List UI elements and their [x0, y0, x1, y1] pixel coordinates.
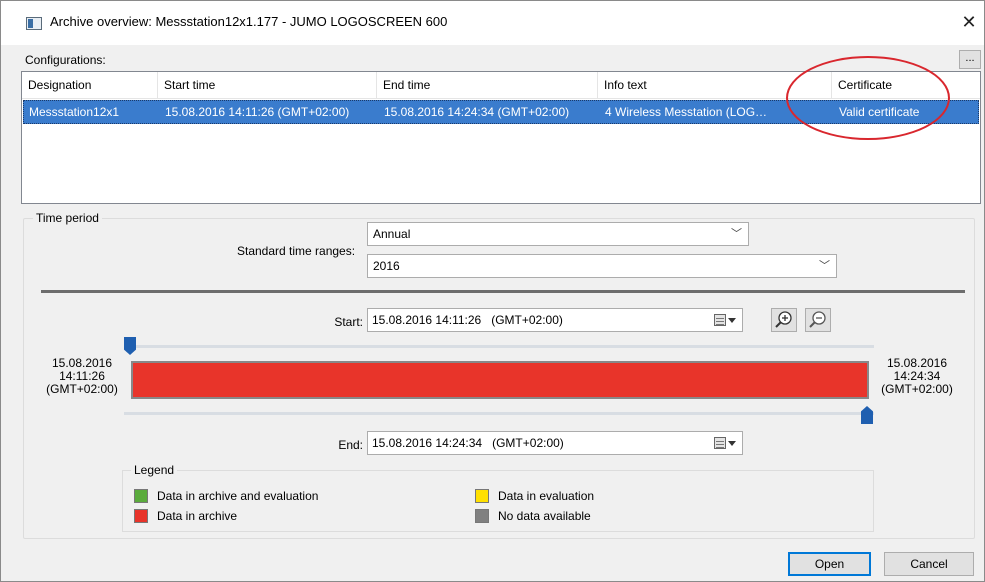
- column-header-start-time[interactable]: Start time: [158, 72, 377, 99]
- cell-start-time: 15.08.2016 14:11:26 (GMT+02:00): [165, 105, 350, 119]
- range-type-value: Annual: [373, 227, 411, 241]
- chevron-down-icon: ﹀: [819, 260, 830, 272]
- legend-swatch-red: [134, 509, 148, 523]
- zoom-in-icon: [775, 311, 792, 328]
- column-header-designation[interactable]: Designation: [22, 72, 158, 99]
- time-period-label: Time period: [33, 211, 102, 225]
- legend-swatch-green: [134, 489, 148, 503]
- legend-label-no-data: No data available: [498, 509, 591, 523]
- legend-title: Legend: [131, 463, 178, 477]
- archive-overview-window: Archive overview: Messstation12x1.177 - …: [0, 0, 985, 582]
- right-date-label: 15.08.2016 14:24:34 (GMT+02:00): [875, 357, 959, 396]
- configurations-table: Designation Start time End time Info tex…: [21, 71, 981, 204]
- zoom-in-button[interactable]: [771, 308, 797, 332]
- legend-label-archive-and-evaluation: Data in archive and evaluation: [157, 489, 319, 503]
- end-datetime-value: 15.08.2016 14:24:34 (GMT+02:00): [372, 436, 564, 450]
- zoom-out-button[interactable]: [805, 308, 831, 332]
- start-datetime-value: 15.08.2016 14:11:26 (GMT+02:00): [372, 313, 563, 327]
- close-icon[interactable]: ✕: [959, 11, 979, 33]
- end-slider-track[interactable]: [124, 412, 874, 415]
- range-year-value: 2016: [373, 259, 400, 273]
- start-datetime-field[interactable]: 15.08.2016 14:11:26 (GMT+02:00): [367, 308, 743, 332]
- range-year-select[interactable]: 2016 ﹀: [367, 254, 837, 278]
- legend-swatch-gray: [475, 509, 489, 523]
- cell-end-time: 15.08.2016 14:24:34 (GMT+02:00): [384, 105, 570, 119]
- standard-time-ranges-label: Standard time ranges:: [237, 244, 356, 258]
- start-label: Start:: [334, 315, 363, 329]
- table-header: Designation Start time End time Info tex…: [22, 72, 980, 99]
- cell-designation: Messstation12x1: [29, 105, 120, 119]
- end-datetime-field[interactable]: 15.08.2016 14:24:34 (GMT+02:00): [367, 431, 743, 455]
- end-label: End:: [338, 438, 363, 452]
- calendar-dropdown-icon[interactable]: [714, 437, 736, 450]
- zoom-out-icon: [809, 311, 826, 328]
- cell-info-text: 4 Wireless Messtation (LOG…: [605, 105, 768, 119]
- divider: [41, 290, 965, 293]
- start-slider-track[interactable]: [124, 345, 874, 348]
- window-title: Archive overview: Messstation12x1.177 - …: [50, 14, 448, 29]
- legend-swatch-yellow: [475, 489, 489, 503]
- column-header-end-time[interactable]: End time: [377, 72, 598, 99]
- left-date-label: 15.08.2016 14:11:26 (GMT+02:00): [41, 357, 123, 396]
- configurations-label: Configurations:: [25, 53, 106, 67]
- chevron-down-icon: ﹀: [731, 228, 742, 240]
- right-date-tz: (GMT+02:00): [881, 382, 953, 396]
- cancel-button[interactable]: Cancel: [884, 552, 974, 576]
- legend-label-evaluation: Data in evaluation: [498, 489, 595, 503]
- range-type-select[interactable]: Annual ﹀: [367, 222, 749, 246]
- column-header-certificate[interactable]: Certificate: [832, 72, 980, 99]
- table-row[interactable]: Messstation12x1 15.08.2016 14:11:26 (GMT…: [23, 100, 979, 124]
- open-button[interactable]: Open: [788, 552, 871, 576]
- title-bar: Archive overview: Messstation12x1.177 - …: [1, 1, 984, 45]
- column-header-info-text[interactable]: Info text: [598, 72, 832, 99]
- cell-certificate: Valid certificate: [839, 105, 920, 119]
- window-app-icon: [26, 17, 42, 30]
- left-date-tz: (GMT+02:00): [46, 382, 118, 396]
- legend-label-archive: Data in archive: [157, 509, 238, 523]
- archive-range-bar: [131, 361, 869, 399]
- calendar-dropdown-icon[interactable]: [714, 314, 736, 327]
- archive-data-bar: [133, 363, 867, 397]
- more-options-button[interactable]: ...: [959, 50, 981, 69]
